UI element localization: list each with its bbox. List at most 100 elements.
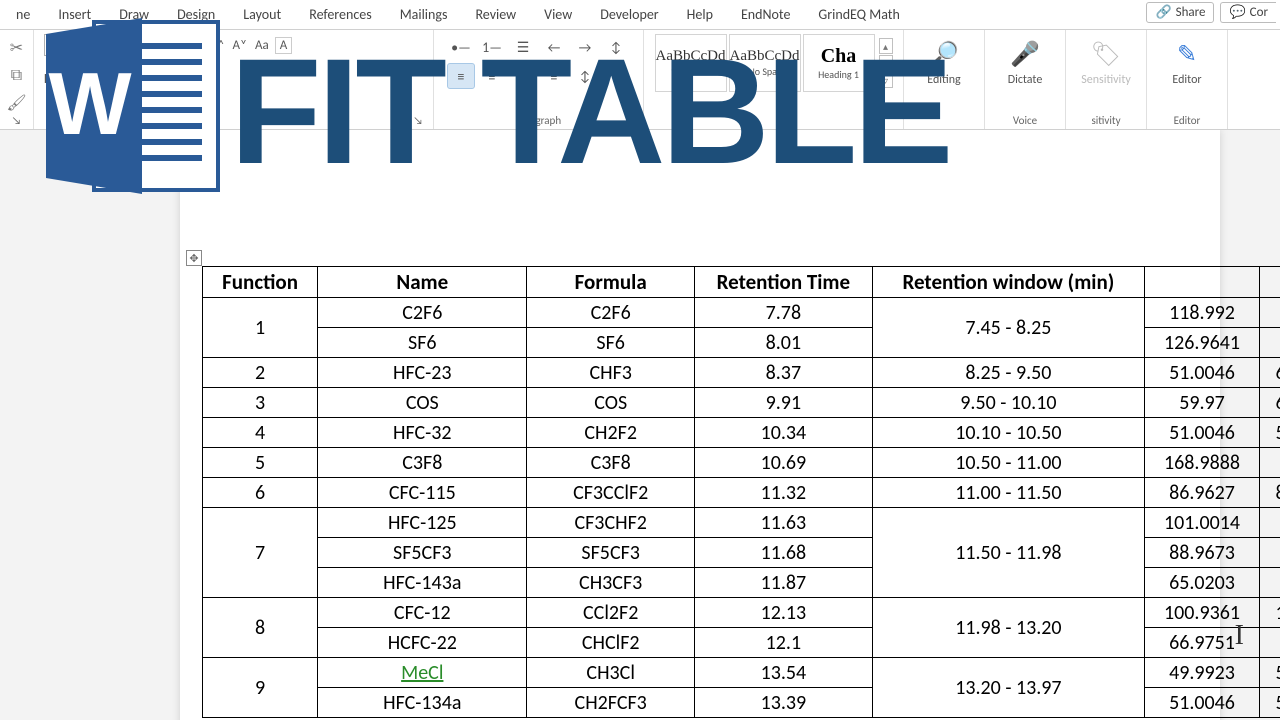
- tab-home-partial[interactable]: ne: [4, 2, 42, 27]
- clear-format-button[interactable]: A: [275, 37, 293, 54]
- tab-references[interactable]: References: [297, 2, 383, 27]
- cell-m1: 88.9673: [1144, 538, 1259, 568]
- tab-draw[interactable]: Draw: [107, 2, 161, 27]
- cell-m2: [1260, 508, 1280, 538]
- style-heading1-label: Heading 1: [818, 68, 859, 81]
- show-marks-button[interactable]: ¶: [602, 63, 630, 89]
- table-move-handle[interactable]: ✥: [186, 250, 202, 266]
- change-case-button[interactable]: Aa: [253, 37, 271, 54]
- cell-m2: [1260, 628, 1280, 658]
- bullets-button[interactable]: •—: [447, 34, 475, 60]
- ribbon: ✂ ⧉ 🖌 ↘ Calibri 11 A˄ A˅ Aa A B I U ab x…: [0, 30, 1280, 130]
- text-effects-button[interactable]: A: [148, 70, 156, 87]
- cut-icon[interactable]: ✂: [10, 38, 23, 58]
- table-header: Name: [318, 267, 527, 298]
- italic-button[interactable]: I: [60, 70, 64, 87]
- page[interactable]: ✥ FunctionNameFormulaRetention TimeReten…: [180, 130, 1220, 720]
- strike-button[interactable]: ab: [88, 70, 102, 87]
- cell-formula: CF3CHF2: [527, 508, 694, 538]
- font-name-select[interactable]: Calibri: [44, 34, 164, 56]
- cell-function: 6: [203, 478, 318, 508]
- font-color-button[interactable]: A: [183, 68, 191, 88]
- document-area[interactable]: ✥ FunctionNameFormulaRetention TimeReten…: [0, 130, 1280, 720]
- tab-help[interactable]: Help: [675, 2, 725, 27]
- cell-m2: [1260, 568, 1280, 598]
- cell-formula: CHClF2: [527, 628, 694, 658]
- font-size-select[interactable]: 11: [168, 34, 204, 56]
- editing-button[interactable]: 🔎 Editing: [914, 34, 974, 87]
- cell-retention-time: 11.87: [694, 568, 872, 598]
- comments-label: Cor: [1250, 5, 1268, 20]
- align-left-button[interactable]: ≡: [447, 63, 475, 89]
- cell-formula: CF3CClF2: [527, 478, 694, 508]
- align-right-button[interactable]: ≡: [509, 63, 537, 89]
- comment-icon: 💬: [1229, 5, 1245, 20]
- sensitivity-button: 🏷 Sensitivity: [1076, 34, 1136, 87]
- tab-endnote[interactable]: EndNote: [729, 2, 802, 27]
- doc-table[interactable]: FunctionNameFormulaRetention TimeRetenti…: [202, 266, 1280, 718]
- table-row[interactable]: 1C2F6C2F67.787.45 - 8.25118.992: [203, 298, 1280, 328]
- cell-function: 3: [203, 388, 318, 418]
- table-row[interactable]: 5C3F8C3F810.6910.50 - 11.00168.9888: [203, 448, 1280, 478]
- cell-retention-time: 7.78: [694, 298, 872, 328]
- cell-retention-time: 12.1: [694, 628, 872, 658]
- table-header: [1144, 267, 1259, 298]
- cell-m2: 6: [1260, 388, 1280, 418]
- tab-review[interactable]: Review: [463, 2, 528, 27]
- tab-view[interactable]: View: [532, 2, 584, 27]
- style-nospacing-label: ¶ No Spac...: [740, 65, 789, 78]
- comments-button[interactable]: 💬 Cor: [1220, 2, 1276, 23]
- cell-function: 4: [203, 418, 318, 448]
- table-row[interactable]: 7HFC-125CF3CHF211.6311.50 - 11.98101.001…: [203, 508, 1280, 538]
- cell-m2: [1260, 448, 1280, 478]
- tab-grindeq[interactable]: GrindEQ Math: [806, 2, 911, 27]
- decrease-indent-button[interactable]: ←: [540, 34, 568, 60]
- link-mecl[interactable]: MeCl: [401, 661, 443, 685]
- format-painter-icon[interactable]: 🖌: [6, 93, 26, 113]
- highlight-button[interactable]: ▁: [164, 70, 175, 87]
- search-icon: 🔎: [929, 40, 959, 69]
- table-row[interactable]: 2HFC-23CHF38.378.25 - 9.5051.00466: [203, 358, 1280, 388]
- shrink-font-button[interactable]: A˅: [231, 37, 250, 54]
- table-header: Formula: [527, 267, 694, 298]
- tab-mailings[interactable]: Mailings: [388, 2, 460, 27]
- align-center-button[interactable]: ≡: [478, 63, 506, 89]
- style-normal[interactable]: AaBbCcDd ¶ Normal: [655, 34, 727, 92]
- tab-design[interactable]: Design: [165, 2, 227, 27]
- tab-insert[interactable]: Insert: [46, 2, 103, 27]
- style-nospacing[interactable]: AaBbCcDd ¶ No Spac...: [729, 34, 801, 92]
- cell-name: HFC-32: [318, 418, 527, 448]
- numbering-button[interactable]: 1—: [478, 34, 506, 60]
- sort-button[interactable]: ↕: [602, 34, 630, 60]
- table-row[interactable]: 9MeClCH3Cl13.5413.20 - 13.9749.99235: [203, 658, 1280, 688]
- style-heading1[interactable]: Cha Heading 1: [803, 34, 875, 92]
- justify-button[interactable]: ≡: [540, 63, 568, 89]
- multilevel-button[interactable]: ☰: [509, 34, 537, 60]
- cell-formula: COS: [527, 388, 694, 418]
- line-spacing-button[interactable]: ↕: [571, 63, 599, 89]
- cell-m2: 6: [1260, 358, 1280, 388]
- underline-button[interactable]: U: [71, 70, 80, 87]
- table-row[interactable]: 6CFC-115CF3CClF211.3211.00 - 11.5086.962…: [203, 478, 1280, 508]
- table-row[interactable]: 4HFC-32CH2F210.3410.10 - 10.5051.00465: [203, 418, 1280, 448]
- cell-formula: CH3CF3: [527, 568, 694, 598]
- editor-button[interactable]: ✎ Editor: [1157, 34, 1217, 87]
- tab-layout[interactable]: Layout: [231, 2, 293, 27]
- dictate-button[interactable]: 🎤 Dictate: [995, 34, 1055, 87]
- increase-indent-button[interactable]: →: [571, 34, 599, 60]
- subscript-button[interactable]: x₂: [110, 70, 121, 87]
- clipboard-launcher[interactable]: ↘: [12, 114, 22, 127]
- share-button[interactable]: 🔗 Share: [1146, 2, 1214, 23]
- copy-icon[interactable]: ⧉: [11, 66, 22, 85]
- cell-name: HCFC-22: [318, 628, 527, 658]
- styles-scroll[interactable]: ▴▾▿: [879, 38, 893, 88]
- table-row[interactable]: 8CFC-12CCl2F212.1311.98 - 13.20100.93611: [203, 598, 1280, 628]
- grow-font-button[interactable]: A˄: [208, 37, 227, 54]
- table-row[interactable]: 3COSCOS9.919.50 - 10.1059.976: [203, 388, 1280, 418]
- superscript-button[interactable]: x²: [129, 70, 140, 87]
- font-launcher[interactable]: ↘: [413, 114, 423, 127]
- cell-m1: 86.9627: [1144, 478, 1259, 508]
- cell-retention-time: 12.13: [694, 598, 872, 628]
- tab-developer[interactable]: Developer: [588, 2, 670, 27]
- bold-button[interactable]: B: [44, 70, 52, 87]
